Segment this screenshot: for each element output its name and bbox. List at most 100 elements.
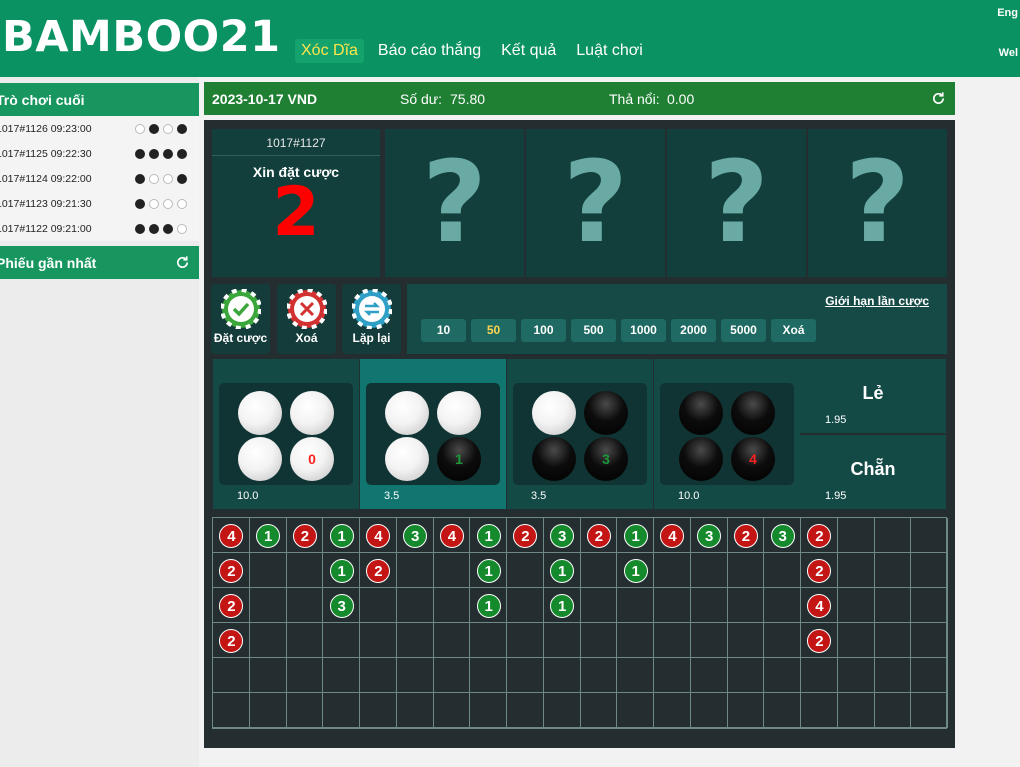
road-cell xyxy=(396,553,434,588)
last-game-row[interactable]: 1017#1125 09:22:30 xyxy=(0,141,199,166)
nav-win-report[interactable]: Báo cáo thắng xyxy=(372,39,487,63)
black-dot xyxy=(163,149,173,159)
road-cell xyxy=(580,658,618,693)
bet-limit-link[interactable]: Giới hạn lần cược xyxy=(825,294,929,308)
chip-50[interactable]: 50 xyxy=(471,319,516,342)
last-games-title: Trò chơi cuối xyxy=(0,92,85,108)
bet-combo-3[interactable]: 4 10.0 xyxy=(654,359,800,509)
road-cell xyxy=(396,623,434,658)
road-cell xyxy=(837,623,875,658)
check-icon xyxy=(220,289,261,329)
road-cell xyxy=(396,693,434,728)
road-cell xyxy=(249,623,287,658)
last-game-row[interactable]: 1017#1123 09:21:30 xyxy=(0,191,199,216)
bet-combo-2[interactable]: 3 3.5 xyxy=(507,359,653,509)
road-cell xyxy=(727,553,765,588)
road-cell xyxy=(286,623,324,658)
white-dot xyxy=(163,124,173,134)
refresh-icon[interactable] xyxy=(931,91,946,106)
refresh-icon[interactable] xyxy=(175,255,190,270)
bet-odd[interactable]: Lẻ 1.95 xyxy=(800,359,946,433)
road-cell xyxy=(249,693,287,728)
repeat-icon xyxy=(351,289,392,329)
white-ball xyxy=(238,391,282,435)
black-dot xyxy=(135,224,145,234)
white-ball xyxy=(385,437,429,481)
bet-combo-1[interactable]: 1 3.5 xyxy=(360,359,506,509)
chip-clear[interactable]: Xoá xyxy=(771,319,816,342)
road-cell xyxy=(396,588,434,623)
white-dot xyxy=(163,199,173,209)
road-cell xyxy=(213,693,250,728)
float-value: 0.00 xyxy=(667,91,695,107)
language-switch[interactable]: Eng xyxy=(997,7,1018,19)
road-cell xyxy=(507,588,544,623)
bet-count: 3 xyxy=(602,451,610,467)
road-result: 3 xyxy=(770,523,795,548)
countdown: 2 xyxy=(272,173,320,252)
black-dot xyxy=(149,224,159,234)
road-cell xyxy=(323,693,360,728)
road-result: 3 xyxy=(550,523,575,548)
date-currency: 2023-10-17 VND xyxy=(212,91,318,107)
nav-xoc-dia[interactable]: Xóc Dĩa xyxy=(295,39,364,63)
white-ball xyxy=(385,391,429,435)
chip-500[interactable]: 500 xyxy=(571,319,616,342)
road-cell xyxy=(433,588,471,623)
chip-1000[interactable]: 1000 xyxy=(621,319,666,342)
road-result: 1 xyxy=(329,523,354,548)
clear-bet-label: Xoá xyxy=(295,331,318,345)
bet-odd-odds: 1.95 xyxy=(825,414,847,426)
road-cell xyxy=(470,623,507,658)
white-dot xyxy=(177,199,187,209)
nav-results[interactable]: Kết quả xyxy=(495,39,562,63)
road-cell xyxy=(764,588,801,623)
recent-tickets-title: Phiếu gần nhất xyxy=(0,255,97,271)
road-cell xyxy=(543,658,581,693)
black-ball xyxy=(731,391,775,435)
road-cell xyxy=(727,588,765,623)
chip-panel: Giới hạn lần cược 10 50 100 500 1000 2000 5000… xyxy=(407,284,947,354)
chip-2000[interactable]: 2000 xyxy=(671,319,716,342)
road-cell xyxy=(690,588,728,623)
white-ball xyxy=(290,391,334,435)
balance-value: 75.80 xyxy=(450,91,486,107)
road-cell xyxy=(654,658,691,693)
last-game-row[interactable]: 1017#1122 09:21:00 xyxy=(0,216,199,241)
road-cell xyxy=(690,693,728,728)
road-cell xyxy=(874,553,912,588)
bet-count: 1 xyxy=(455,451,463,467)
road-cell xyxy=(727,658,765,693)
bet-odds: 3.5 xyxy=(384,490,400,502)
road-cell xyxy=(470,693,507,728)
road-result: 1 xyxy=(329,558,354,583)
last-game-row[interactable]: 1017#1126 09:23:00 xyxy=(0,116,199,141)
chip-100[interactable]: 100 xyxy=(521,319,566,342)
chip-10[interactable]: 10 xyxy=(421,319,466,342)
balance-label: Số dư: xyxy=(400,91,443,107)
logo[interactable]: BAMBOO21 xyxy=(2,12,281,62)
place-bet-button[interactable]: Đặt cược xyxy=(211,284,270,354)
road-cell xyxy=(433,658,471,693)
chip-5000[interactable]: 5000 xyxy=(721,319,766,342)
status-bar: 2023-10-17 VND Số dư: 75.80 Thả nổi: 0.0… xyxy=(204,82,955,115)
repeat-bet-label: Lặp lại xyxy=(352,331,391,345)
clear-bet-button[interactable]: Xoá xyxy=(277,284,336,354)
last-games-header: Trò chơi cuối xyxy=(0,83,199,116)
road-cell xyxy=(727,693,765,728)
nav-rules[interactable]: Luật chơi xyxy=(570,39,649,63)
last-game-row[interactable]: 1017#1124 09:22:00 xyxy=(0,166,199,191)
bet-count: 0 xyxy=(308,451,316,467)
ball-tray: 1 xyxy=(366,383,500,485)
road-result: 2 xyxy=(807,628,832,653)
road-cell xyxy=(837,658,875,693)
bet-combo-0[interactable]: 0 10.0 xyxy=(213,359,359,509)
result-dots xyxy=(135,174,187,184)
round-panel: 1017#1127 Xin đặt cược 2 xyxy=(212,129,380,277)
white-dot xyxy=(177,224,187,234)
bet-even[interactable]: Chẵn 1.95 xyxy=(800,435,946,509)
repeat-bet-button[interactable]: Lặp lại xyxy=(342,284,401,354)
hidden-card: ? xyxy=(808,129,947,277)
road-cell xyxy=(690,553,728,588)
float-label: Thả nổi: xyxy=(609,91,660,107)
